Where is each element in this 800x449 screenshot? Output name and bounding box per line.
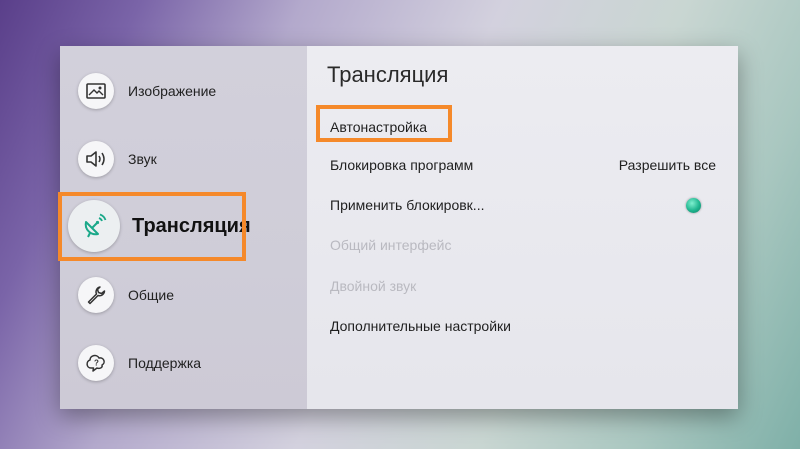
- sidebar-item-label: Поддержка: [128, 355, 202, 371]
- sidebar-item-sound[interactable]: Звук: [78, 141, 157, 177]
- page-title: Трансляция: [327, 62, 449, 87]
- sidebar-item-support[interactable]: ? Поддержка: [78, 345, 201, 381]
- program-lock-value: Разрешить все: [618, 157, 716, 173]
- settings-panel: Изображение Звук Трансляция Общие ? Подд…: [58, 46, 738, 409]
- sidebar-item-picture[interactable]: Изображение: [78, 73, 216, 109]
- sidebar: Изображение Звук Трансляция Общие ? Подд…: [58, 46, 307, 409]
- sidebar-item-label: Звук: [128, 151, 157, 167]
- sidebar-item-label: Изображение: [128, 83, 217, 99]
- wrench-icon: [78, 277, 114, 313]
- picture-icon: [78, 73, 114, 109]
- menu-item-dual-sound: Двойной звук: [330, 278, 417, 294]
- toggle-on-indicator[interactable]: [686, 198, 701, 213]
- menu-item-common-interface: Общий интерфейс: [330, 237, 452, 253]
- speaker-icon: [78, 141, 114, 177]
- sidebar-item-general[interactable]: Общие: [78, 277, 174, 313]
- help-bubble-icon: ?: [78, 345, 114, 381]
- highlight-frame-content: [316, 105, 452, 142]
- svg-text:?: ?: [94, 359, 99, 368]
- content-pane: Трансляция Автонастройка Блокировка прог…: [307, 46, 738, 409]
- highlight-frame-sidebar: [58, 192, 246, 261]
- sidebar-item-label: Общие: [128, 287, 175, 303]
- menu-item-advanced-settings[interactable]: Дополнительные настройки: [330, 318, 511, 334]
- menu-item-program-lock[interactable]: Блокировка программ: [330, 157, 473, 173]
- menu-item-apply-lock[interactable]: Применить блокировк...: [330, 197, 484, 213]
